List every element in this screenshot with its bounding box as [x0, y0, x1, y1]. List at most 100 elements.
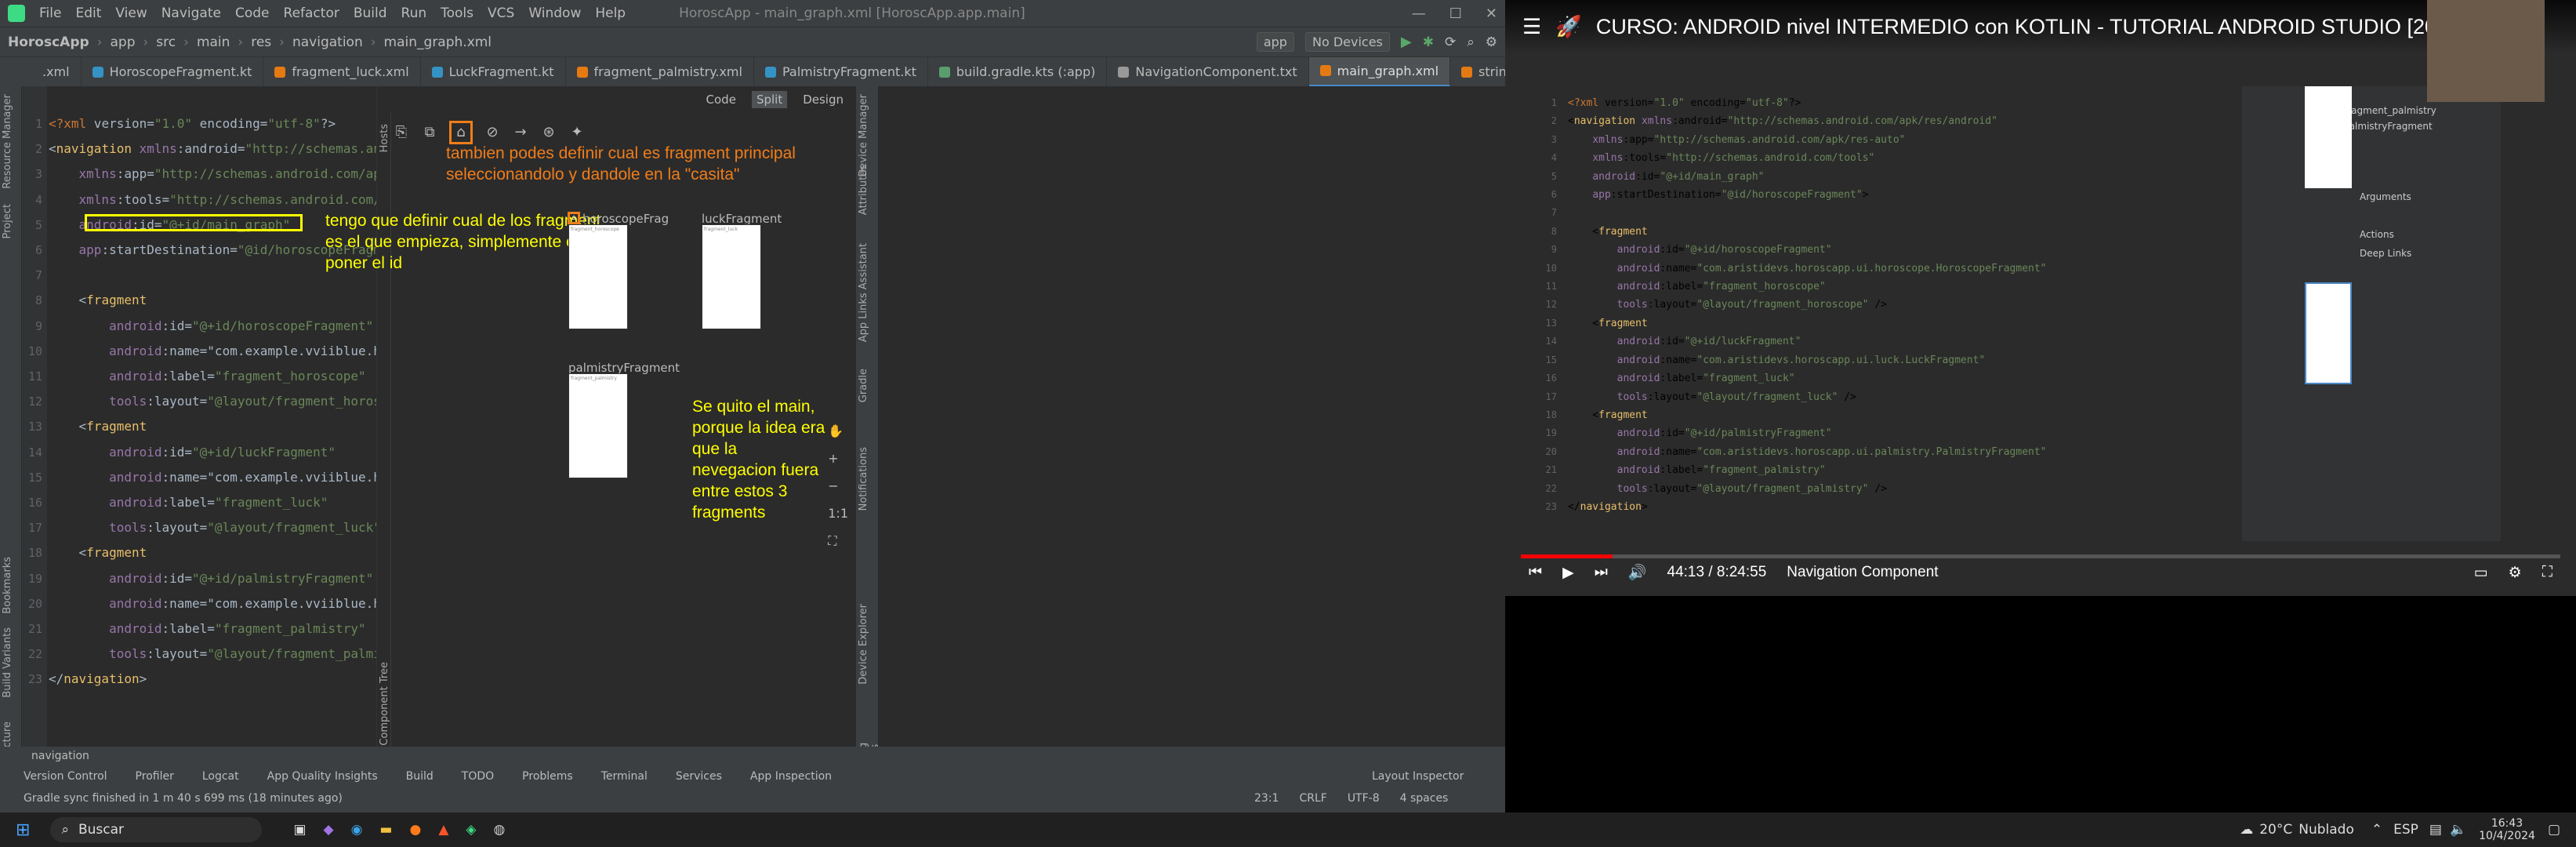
- tab-fragment-luck-xml[interactable]: fragment_luck.xml: [263, 57, 421, 86]
- build-variants-tab[interactable]: Build Variants: [2, 627, 13, 698]
- menu-run[interactable]: Run: [401, 5, 427, 21]
- close-icon[interactable]: ✕: [1486, 5, 1497, 22]
- play-icon[interactable]: ▶: [1562, 564, 1574, 582]
- code-mode-button[interactable]: Code: [706, 93, 736, 107]
- profiler-tab[interactable]: Profiler: [136, 770, 174, 783]
- breadcrumb-src[interactable]: src: [156, 35, 176, 50]
- line-ending[interactable]: CRLF: [1299, 792, 1326, 805]
- clock[interactable]: 16:43 10/4/2024: [2479, 817, 2535, 842]
- tab-navigation-component-txt[interactable]: NavigationComponent.txt: [1107, 57, 1309, 86]
- file-explorer-icon[interactable]: ▬: [379, 822, 392, 838]
- weather-condition[interactable]: Nublado: [2298, 822, 2354, 838]
- hosts-tab[interactable]: Hosts: [379, 124, 390, 152]
- weather-temp[interactable]: 20°C: [2259, 822, 2292, 838]
- tab-palmistry-fragment-kt[interactable]: PalmistryFragment.kt: [754, 57, 928, 86]
- fragment-preview-luck[interactable]: fragment_luck: [702, 224, 761, 329]
- menu-edit[interactable]: Edit: [75, 5, 101, 21]
- version-control-tab[interactable]: Version Control: [24, 770, 107, 783]
- video-chapter[interactable]: Navigation Component: [1787, 564, 1938, 581]
- split-mode-button[interactable]: Split: [751, 91, 788, 108]
- run-icon[interactable]: ▶: [1401, 34, 1412, 50]
- maximize-icon[interactable]: ☐: [1449, 5, 1462, 22]
- project-tab[interactable]: Project: [2, 204, 13, 238]
- volume-icon[interactable]: 🔈: [2450, 822, 2466, 838]
- attributes-tab[interactable]: Attributes: [858, 165, 869, 215]
- settings-icon[interactable]: ⚙: [2509, 564, 2522, 582]
- task-view-icon[interactable]: ▣: [293, 822, 306, 838]
- app-links-tab[interactable]: App Links Assistant: [858, 243, 869, 342]
- notifications-tab[interactable]: Notifications: [858, 447, 869, 511]
- tab-horoscope-fragment-kt[interactable]: HoroscopeFragment.kt: [82, 57, 264, 86]
- menu-build[interactable]: Build: [354, 5, 387, 21]
- fragment-preview-horoscope[interactable]: fragment_horoscope: [568, 224, 628, 329]
- edge-icon[interactable]: ◉: [351, 822, 363, 838]
- taskbar-search[interactable]: ⌕ Buscar: [50, 817, 263, 842]
- resource-manager-tab[interactable]: Resource Manager: [2, 94, 13, 189]
- youtube-video-player[interactable]: fragment_palmistry PalmistryFragment Arg…: [1505, 0, 2576, 596]
- menu-view[interactable]: View: [115, 5, 147, 21]
- previous-icon[interactable]: ⏮: [1529, 564, 1542, 581]
- breadcrumb-project[interactable]: HoroscApp: [8, 35, 89, 50]
- encoding[interactable]: UTF-8: [1348, 792, 1380, 805]
- fit-screen-icon[interactable]: ⛶: [828, 533, 848, 549]
- indent[interactable]: 4 spaces: [1400, 792, 1449, 805]
- search-icon[interactable]: ⌕: [1467, 35, 1475, 50]
- breadcrumb-app[interactable]: app: [110, 35, 135, 50]
- tab-fragment-palmistry-xml[interactable]: fragment_palmistry.xml: [566, 57, 754, 86]
- tab-main-graph-xml[interactable]: main_graph.xml: [1308, 57, 1451, 86]
- language-indicator[interactable]: ESP: [2393, 822, 2418, 838]
- menu-help[interactable]: Help: [595, 5, 626, 21]
- menu-icon[interactable]: ☰: [1522, 15, 1541, 39]
- subtitles-icon[interactable]: ▭: [2474, 564, 2488, 582]
- run-config-dropdown[interactable]: app: [1256, 32, 1294, 52]
- network-icon[interactable]: ▤: [2429, 822, 2442, 838]
- debug-icon[interactable]: ✱: [1423, 35, 1434, 50]
- tab-build-gradle[interactable]: build.gradle.kts (:app): [928, 57, 1108, 86]
- device-dropdown[interactable]: No Devices: [1304, 32, 1390, 52]
- bookmarks-tab[interactable]: Bookmarks: [2, 557, 13, 614]
- auto-arrange-icon[interactable]: ⊛: [540, 124, 557, 141]
- app-inspection-tab[interactable]: App Inspection: [750, 770, 832, 783]
- nested-graph-icon[interactable]: ⧉: [421, 124, 438, 141]
- visual-studio-icon[interactable]: ◆: [324, 822, 334, 838]
- minimize-icon[interactable]: —: [1412, 5, 1426, 22]
- build-tab[interactable]: Build: [406, 770, 434, 783]
- breadcrumb-res[interactable]: res: [251, 35, 271, 50]
- terminal-tab[interactable]: Terminal: [601, 770, 648, 783]
- gradle-tab[interactable]: Gradle: [858, 369, 869, 402]
- firefox-icon[interactable]: ●: [409, 822, 421, 838]
- menu-file[interactable]: File: [39, 5, 61, 21]
- services-tab[interactable]: Services: [676, 770, 722, 783]
- fragment-preview-palmistry[interactable]: fragment_palmistry: [568, 373, 628, 478]
- logcat-tab[interactable]: Logcat: [202, 770, 239, 783]
- tab-xml[interactable]: .xml: [31, 57, 82, 86]
- settings-icon[interactable]: ⚙: [1486, 35, 1497, 50]
- breadcrumb-file[interactable]: main_graph.xml: [384, 35, 492, 50]
- assign-start-destination-home-icon[interactable]: ⌂: [449, 121, 473, 144]
- zoom-out-icon[interactable]: −: [828, 478, 848, 493]
- zoom-in-icon[interactable]: +: [828, 451, 848, 466]
- windows-start-icon[interactable]: ⊞: [16, 820, 30, 840]
- layout-inspector-tab[interactable]: Layout Inspector: [1372, 770, 1464, 783]
- next-icon[interactable]: ⏭: [1595, 564, 1608, 581]
- device-explorer-tab[interactable]: Device Explorer: [858, 604, 869, 685]
- deep-link-icon[interactable]: ⊘: [484, 124, 501, 141]
- volume-icon[interactable]: 🔊: [1628, 563, 1647, 582]
- tab-luck-fragment-kt[interactable]: LuckFragment.kt: [421, 57, 566, 86]
- pan-icon[interactable]: ✋: [828, 424, 848, 438]
- brave-icon[interactable]: ▲: [438, 822, 448, 838]
- problems-tab[interactable]: Problems: [522, 770, 573, 783]
- sync-icon[interactable]: ⟳: [1445, 35, 1456, 50]
- tab-strings-xml[interactable]: strings.xml: [1450, 57, 1505, 86]
- component-tree-tab[interactable]: Component Tree: [379, 662, 390, 746]
- add-action-icon[interactable]: →: [512, 124, 529, 141]
- breadcrumb-main[interactable]: main: [197, 35, 230, 50]
- new-destination-icon[interactable]: ⎘: [393, 124, 410, 141]
- code-editor[interactable]: 1 2 3 4 5 6 7 8 9 10 11 12 13 14 15 16 17 18 19 20 21 22 23 <?…: [22, 86, 585, 784]
- android-studio-icon[interactable]: ◈: [466, 822, 476, 838]
- notification-icon[interactable]: ▢: [2548, 822, 2560, 838]
- zoom-reset-icon[interactable]: 1:1: [828, 506, 848, 521]
- app-icon[interactable]: ◍: [493, 822, 505, 838]
- menu-refactor[interactable]: Refactor: [284, 5, 339, 21]
- menu-tools[interactable]: Tools: [441, 5, 473, 21]
